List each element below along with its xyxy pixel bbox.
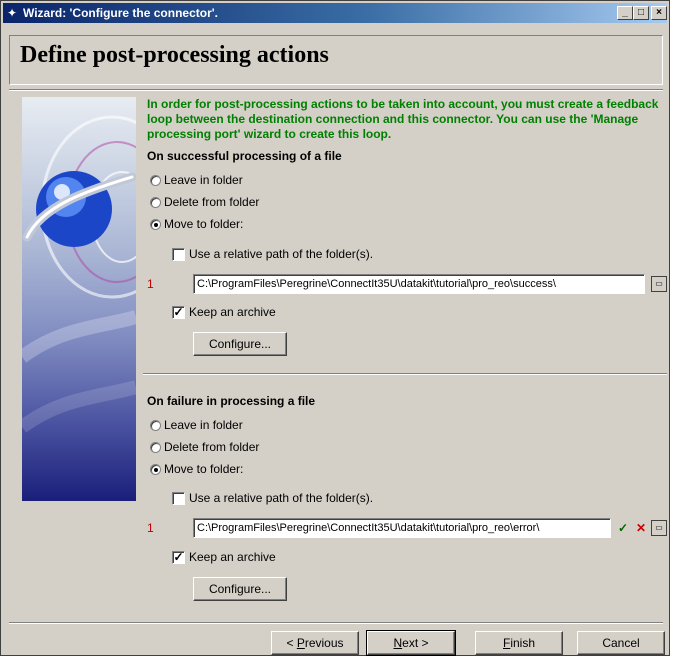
globe-swirl-illustration <box>22 115 136 433</box>
failure-section-title: On failure in processing a file <box>147 394 316 408</box>
checkbox-label: Use a relative path of the folder(s). <box>189 491 374 505</box>
radio-button[interactable] <box>150 442 161 453</box>
radio-label: Move to folder: <box>164 462 244 476</box>
maximize-button[interactable]: □ <box>633 6 649 20</box>
checkbox[interactable] <box>172 248 185 261</box>
close-button[interactable]: × <box>651 6 667 20</box>
radio-button[interactable] <box>150 464 161 475</box>
failure-configure-button[interactable]: Configure... <box>193 577 287 601</box>
next-rest: ext > <box>402 636 429 650</box>
radio-button[interactable] <box>150 175 161 186</box>
next-button[interactable]: Next > <box>366 630 456 656</box>
previous-prefix: < <box>286 636 297 650</box>
previous-button[interactable]: < Previous <box>271 631 359 655</box>
cross-icon[interactable]: ✕ <box>633 520 649 536</box>
footer-divider <box>9 622 663 624</box>
wizard-side-image <box>22 97 136 501</box>
cancel-button[interactable]: Cancel <box>577 631 665 655</box>
wizard-window: ✦ Wizard: 'Configure the connector'. _ □… <box>0 0 670 656</box>
radio-label: Delete from folder <box>164 195 260 209</box>
success-section-title: On successful processing of a file <box>147 149 342 163</box>
browse-icon[interactable]: ▭ <box>651 520 667 536</box>
success-configure-button[interactable]: Configure... <box>193 332 287 356</box>
wizard-icon: ✦ <box>7 6 18 20</box>
browse-icon[interactable]: ▭ <box>651 276 667 292</box>
next-accel: N <box>393 636 403 650</box>
checkbox-label: Keep an archive <box>189 550 276 564</box>
window-title: Wizard: 'Configure the connector'. <box>23 6 218 20</box>
heading-panel: Define post-processing actions <box>9 35 663 85</box>
checkbox[interactable]: ✓ <box>172 551 185 564</box>
intro-message: In order for post-processing actions to … <box>147 97 659 141</box>
checkbox-label: Keep an archive <box>189 305 276 319</box>
checkbox[interactable]: ✓ <box>172 306 185 319</box>
page-title: Define post-processing actions <box>20 42 329 68</box>
radio-label: Delete from folder <box>164 440 260 454</box>
finish-button[interactable]: Finish <box>475 631 563 655</box>
checkmark-icon[interactable]: ✓ <box>615 520 631 536</box>
checkbox[interactable] <box>172 492 185 505</box>
top-divider <box>9 89 663 91</box>
finish-rest: inish <box>510 636 536 650</box>
minimize-button[interactable]: _ <box>617 6 633 20</box>
failure-folder-path-field[interactable]: C:\ProgramFiles\Peregrine\ConnectIt35U\d… <box>193 518 611 538</box>
title-bar[interactable]: ✦ Wizard: 'Configure the connector'. _ □… <box>3 3 667 23</box>
radio-label: Move to folder: <box>164 217 244 231</box>
success-folder-path-field[interactable]: C:\ProgramFiles\Peregrine\ConnectIt35U\d… <box>193 274 645 294</box>
section-divider <box>143 373 667 375</box>
radio-label: Leave in folder <box>164 418 243 432</box>
checkbox-label: Use a relative path of the folder(s). <box>189 247 374 261</box>
radio-label: Leave in folder <box>164 173 243 187</box>
radio-button[interactable] <box>150 420 161 431</box>
radio-button[interactable] <box>150 219 161 230</box>
success-row-index: 1 <box>147 277 154 291</box>
failure-row-index: 1 <box>147 521 154 535</box>
previous-rest: revious <box>304 636 344 650</box>
previous-accel: P <box>296 636 305 650</box>
radio-button[interactable] <box>150 197 161 208</box>
